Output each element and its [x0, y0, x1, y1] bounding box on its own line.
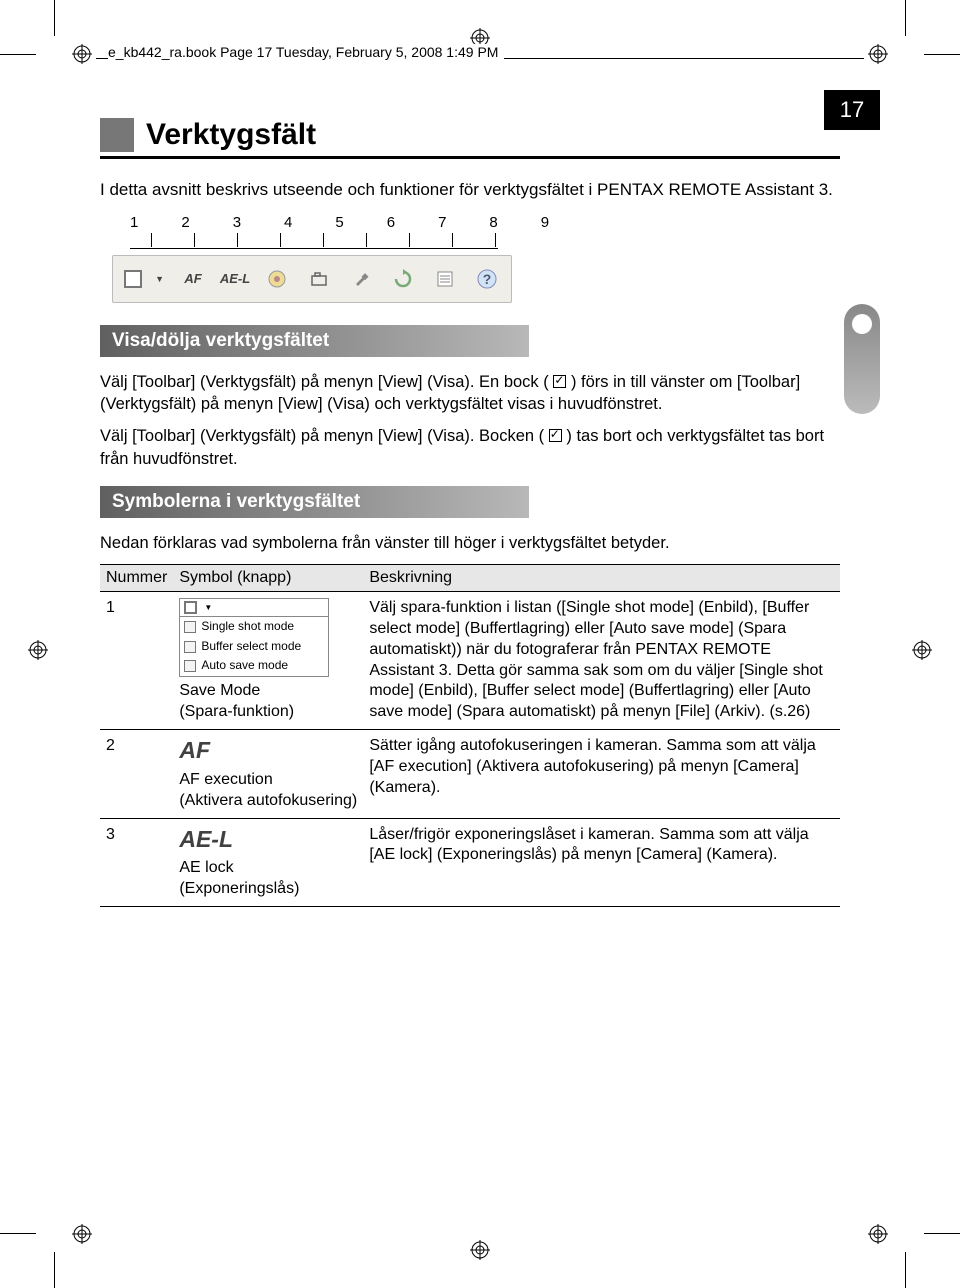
save-mode-button[interactable]: ▼ — [119, 262, 169, 296]
col-header-number: Nummer — [100, 565, 173, 592]
col-header-description: Beskrivning — [363, 565, 840, 592]
help-button[interactable]: ? — [469, 262, 505, 296]
table-row: 3 AE-L AE lock (Exponeringslås) Låser/fr… — [100, 818, 840, 906]
registration-mark-icon — [868, 44, 888, 64]
registration-mark-icon — [72, 1224, 92, 1244]
table-row: 2 AF AF execution (Aktivera autofokuseri… — [100, 730, 840, 818]
table-row: 1 ▼ Single shot mode Buffer select mode … — [100, 592, 840, 730]
col-header-symbol: Symbol (knapp) — [173, 565, 363, 592]
af-icon: AF — [179, 736, 210, 766]
chapter-tab-icon — [844, 304, 880, 414]
symbol-description: Sätter igång autofokuseringen i kameran.… — [363, 730, 840, 818]
section-heading: Verktygsfält — [146, 118, 316, 152]
symbol-description: Låser/frigör exponeringslåset i kameran.… — [363, 818, 840, 906]
pdf-header-line: e_kb442_ra.book Page 17 Tuesday, Februar… — [108, 44, 504, 60]
checkbox-icon — [549, 429, 562, 442]
ae-lock-button[interactable]: AE-L — [217, 262, 253, 296]
camera-settings-button[interactable] — [301, 262, 337, 296]
body-paragraph: Välj [Toolbar] (Verktygsfält) på menyn [… — [100, 371, 840, 416]
symbol-label: Save Mode (Spara-funktion) — [179, 681, 357, 723]
subsection-heading-1: Visa/dölja verktygsfältet — [100, 325, 529, 357]
body-paragraph: Välj [Toolbar] (Verktygsfält) på menyn [… — [100, 425, 840, 470]
registration-mark-icon — [868, 1224, 888, 1244]
refresh-button[interactable] — [385, 262, 421, 296]
shutter-button[interactable] — [259, 262, 295, 296]
svg-text:?: ? — [483, 271, 492, 287]
af-button[interactable]: AF — [175, 262, 211, 296]
ae-lock-icon: AE-L — [179, 825, 233, 855]
subsection-intro: Nedan förklaras vad symbolerna från väns… — [100, 532, 840, 554]
save-mode-menu-illustration: ▼ Single shot mode Buffer select mode Au… — [179, 598, 329, 677]
intro-text: I detta avsnitt beskrivs utseende och fu… — [100, 179, 840, 202]
registration-mark-icon — [470, 1240, 490, 1260]
toolbar-illustration: ▼ AF AE-L ? — [112, 255, 512, 303]
checkbox-icon — [553, 375, 566, 388]
subsection-heading-2: Symbolerna i verktygsfältet — [100, 486, 529, 518]
registration-mark-icon — [72, 44, 92, 64]
symbols-table: Nummer Symbol (knapp) Beskrivning 1 ▼ Si… — [100, 564, 840, 907]
symbol-label: AE lock (Exponeringslås) — [179, 858, 357, 900]
preferences-button[interactable] — [343, 262, 379, 296]
title-box-icon — [100, 118, 134, 152]
section-title: Verktygsfält — [100, 118, 840, 159]
symbol-label: AF execution (Aktivera autofokusering) — [179, 770, 357, 812]
registration-mark-icon — [28, 640, 48, 660]
page-number: 17 — [824, 90, 880, 130]
registration-mark-icon — [912, 640, 932, 660]
list-button[interactable] — [427, 262, 463, 296]
toolbar-number-labels: 1 2 3 4 5 6 7 8 9 — [130, 214, 840, 231]
symbol-description: Välj spara-funktion i listan ([Single sh… — [363, 592, 840, 730]
